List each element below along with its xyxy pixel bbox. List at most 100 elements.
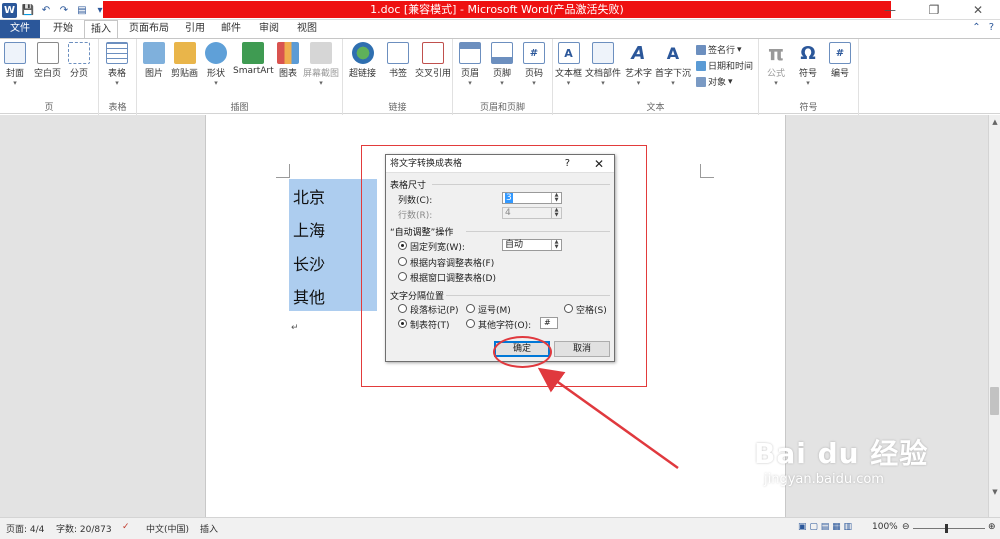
sep-other-radio[interactable] [466,319,475,328]
numbering-button[interactable]: # 编号 [829,42,851,79]
table-button[interactable]: 表格 ▾ [106,42,128,87]
screenshot-icon [310,42,332,64]
picture-button[interactable]: 图片 [143,42,165,79]
cancel-button[interactable]: 取消 [554,341,610,357]
zoom-level[interactable]: 100% [872,522,898,532]
minimize-button[interactable]: — [868,0,912,20]
footer-button[interactable]: 页脚 ▾ [491,42,513,87]
fixed-width-radio[interactable] [398,241,407,250]
chart-button[interactable]: 图表 [277,42,299,79]
print-preview-icon[interactable]: ▤ [75,3,89,17]
tab-references[interactable]: 引用 [180,20,210,38]
spinner-arrows-icon[interactable]: ▲ ▼ [551,240,561,250]
view-buttons[interactable]: ▣ ▢ ▤ ▦ ▥ [798,522,852,532]
hyperlink-button[interactable]: 超链接 [349,42,376,79]
scroll-thumb[interactable] [990,387,999,415]
zoom-out-icon[interactable]: ⊖ [902,522,910,532]
title-bar: W 💾 ↶ ↷ ▤ ▾ 1.doc [兼容模式] - Microsoft Wor… [0,0,1000,20]
redo-icon[interactable]: ↷ [57,3,71,17]
quick-parts-button[interactable]: 文档部件 ▾ [585,42,621,87]
undo-icon[interactable]: ↶ [39,3,53,17]
close-icon[interactable]: ✕ [594,155,604,173]
watermark-main: Bai du 经验 [754,437,929,470]
watermark-url: jingyan.baidu.com [764,472,884,487]
fit-content-radio[interactable] [398,257,407,266]
zoom-in-icon[interactable]: ⊕ [988,522,996,532]
close-button[interactable]: ✕ [956,0,1000,20]
shapes-button[interactable]: 形状 ▾ [205,42,227,87]
date-time-button[interactable]: 日期和时间 [696,59,753,72]
ribbon: 封面 ▾ 空白页 分页 页 表格 ▾ 表格 图片 剪贴画 形状 ▾ SmartArt … [0,38,1000,115]
screenshot-button[interactable]: 屏幕截图 ▾ [303,42,339,87]
city-text[interactable]: 其他 [293,284,325,308]
blank-page-icon [36,42,59,64]
textbox-button[interactable]: A 文本框 ▾ [555,42,582,87]
chevron-up-icon[interactable]: ⌃ [972,22,980,33]
signature-line-button[interactable]: 签名行 ▾ [696,43,742,56]
sep-other-label: 其他字符(O): [478,321,532,331]
tab-review[interactable]: 审阅 [254,20,284,38]
sep-paragraph-label: 段落标记(P) [410,306,459,316]
spinner-arrows-icon[interactable]: ▲ ▼ [551,208,561,218]
header-button[interactable]: 页眉 ▾ [459,42,481,87]
city-text[interactable]: 北京 [293,184,325,208]
city-text[interactable]: 上海 [293,217,325,241]
language-indicator[interactable]: 中文(中国) [146,522,189,535]
tab-page-layout[interactable]: 页面布局 [124,20,174,38]
sep-comma-label: 逗号(M) [478,306,511,316]
help-icon[interactable]: ? [989,22,994,33]
equation-button[interactable]: π 公式 ▾ [765,41,787,87]
group-symbols: π 公式 ▾ Ω 符号 ▾ # 编号 符号 [759,39,859,115]
insert-mode[interactable]: 插入 [200,522,218,535]
restore-button[interactable]: ❐ [912,0,956,20]
dialog-title: 将文字转换成表格 [390,159,463,169]
cross-reference-button[interactable]: 交叉引用 [415,42,451,79]
sep-comma-radio[interactable] [466,304,475,313]
zoom-slider-knob[interactable] [945,524,948,533]
fixed-width-spinner[interactable]: 自动 ▲ ▼ [502,239,562,251]
divider [446,295,610,296]
sep-tab-radio[interactable] [398,319,407,328]
spinner-arrows-icon[interactable]: ▲ ▼ [551,193,561,203]
wordart-button[interactable]: A 艺术字 ▾ [625,42,652,88]
page-break-button[interactable]: 分页 [68,42,90,79]
calendar-icon [696,60,706,71]
tab-home[interactable]: 开始 [48,20,78,38]
page-indicator[interactable]: 页面: 4/4 [6,522,44,535]
symbol-button[interactable]: Ω 符号 ▾ [797,42,819,88]
word-count[interactable]: 字数: 20/873 [56,522,112,535]
vertical-scrollbar[interactable]: ▲ ▼ [988,115,1000,517]
tab-view[interactable]: 视图 [292,20,322,38]
divider [466,231,610,232]
proofing-icon[interactable]: ✓ [122,522,130,532]
tab-mailings[interactable]: 邮件 [216,20,246,38]
help-icon[interactable]: ? [565,155,570,173]
page-number-button[interactable]: # 页码 ▾ [523,42,545,87]
rows-spinner[interactable]: 4 ▲ ▼ [502,207,562,219]
word-logo-icon[interactable]: W [2,2,17,18]
clipart-button[interactable]: 剪贴画 [171,42,198,79]
section-separator: 文字分隔位置 [390,292,445,302]
bookmark-icon [387,42,409,64]
columns-spinner[interactable]: 3 ▲ ▼ [502,192,562,204]
object-button[interactable]: 对象 ▾ [696,75,733,88]
tab-insert[interactable]: 插入 [84,20,118,39]
other-char-input[interactable]: # [540,317,558,329]
scroll-up-icon[interactable]: ▲ [990,117,1000,127]
drop-cap-button[interactable]: A 首字下沉 ▾ [655,42,691,88]
tab-file[interactable]: 文件 [0,20,40,38]
sep-space-radio[interactable] [564,304,573,313]
fit-window-label: 根据窗口调整表格(D) [410,274,496,284]
annotation-circle [493,336,552,368]
fit-window-radio[interactable] [398,272,407,281]
blank-page-button[interactable]: 空白页 [34,42,61,79]
cover-button[interactable]: 封面 ▾ [4,42,26,87]
city-text[interactable]: 长沙 [293,251,325,275]
save-icon[interactable]: 💾 [21,3,35,17]
scroll-down-icon[interactable]: ▼ [990,487,1000,497]
sep-paragraph-radio[interactable] [398,304,407,313]
zoom-slider[interactable] [913,528,985,529]
smartart-button[interactable]: SmartArt [233,42,274,76]
quick-access-toolbar: W 💾 ↶ ↷ ▤ ▾ [2,1,107,19]
bookmark-button[interactable]: 书签 [387,42,409,79]
